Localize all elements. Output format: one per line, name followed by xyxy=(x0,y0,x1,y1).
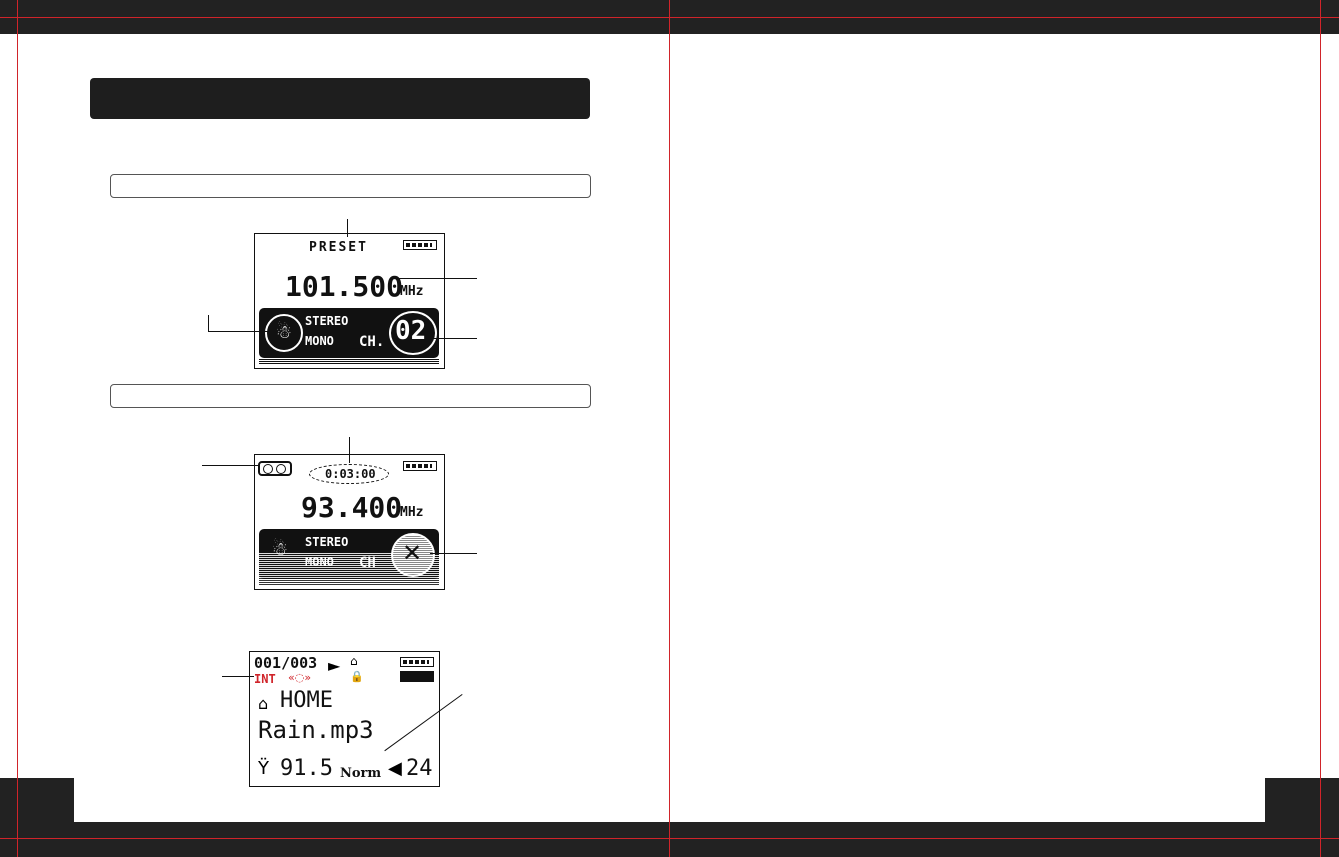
speaker-icon: ◀ xyxy=(388,758,402,779)
lcd-fm-record: 0:03:00 93.400 MHz ☃ STEREO MONO CH ✕ xyxy=(254,454,445,590)
home-folder-icon: ⌂ xyxy=(258,694,269,713)
crop-line-right xyxy=(1320,0,1321,857)
play-icon: ► xyxy=(328,656,341,675)
lcd-fm-preset: PRESET 101.500 MHz ☃ STEREO MONO CH. 02 xyxy=(254,233,445,369)
antenna-icon: Ÿ xyxy=(258,758,269,779)
battery-icon xyxy=(403,461,437,471)
frequency-unit: MHz xyxy=(400,284,424,299)
preset-label: PRESET xyxy=(309,240,368,255)
ghost-icon: ☃ xyxy=(271,539,289,560)
eq-mode: Norm xyxy=(340,766,382,781)
track-counter: 001/003 xyxy=(254,654,318,672)
pointer-channel xyxy=(432,338,477,339)
ch-label: CH. xyxy=(359,334,385,350)
pointer-source xyxy=(222,676,254,677)
band-stripes xyxy=(259,358,439,364)
frequency-value: 93.400 xyxy=(301,491,403,524)
source-label: INT xyxy=(254,672,276,686)
channel-number: 02 xyxy=(395,316,427,346)
right-page xyxy=(670,34,1339,822)
channel-unavailable-icon: ✕ xyxy=(391,533,435,577)
folder-name: HOME xyxy=(280,688,333,713)
stereo-label: STEREO xyxy=(305,535,349,549)
pointer-preset xyxy=(347,219,348,237)
timer-oval: 0:03:00 xyxy=(309,464,389,484)
file-name: Rain.mp3 xyxy=(258,716,374,744)
ghost-icon: ☃ xyxy=(265,314,303,352)
crop-line-center xyxy=(669,0,670,857)
channel-badge: 02 xyxy=(389,311,437,355)
record-timer: 0:03:00 xyxy=(325,467,376,481)
frequency-unit: MHz xyxy=(400,505,424,520)
pointer-frequency xyxy=(392,278,477,279)
record-section-box xyxy=(110,384,591,408)
page-corner-right xyxy=(1265,778,1339,822)
pointer-tape xyxy=(202,465,258,466)
battery-icon xyxy=(400,657,434,667)
tape-icon xyxy=(258,461,292,476)
lcd-player: 001/003 INT «◌» ► ⌂ 🔒 ⌂ HOME Rain.mp3 Ÿ … xyxy=(249,651,440,787)
lock-icon: 🔒 xyxy=(350,670,364,683)
eq-icon xyxy=(400,671,434,682)
pointer-stereo-h xyxy=(208,331,268,332)
stereo-label: STEREO xyxy=(305,314,349,328)
section-header-bar xyxy=(90,78,590,119)
page-corner-left xyxy=(0,778,74,822)
crop-line-left xyxy=(17,0,18,857)
mono-label: MONO xyxy=(305,334,334,348)
mode-icon: ⌂ xyxy=(350,654,358,668)
pointer-timer xyxy=(349,437,350,463)
repeat-icon: «◌» xyxy=(288,671,312,684)
pointer-stereo-v xyxy=(208,315,209,332)
frequency-value: 101.500 xyxy=(285,270,404,303)
volume-level: 24 xyxy=(406,756,433,781)
fm-frequency: 91.5 xyxy=(280,756,333,781)
fm-section-box xyxy=(110,174,591,198)
battery-icon xyxy=(403,240,437,250)
pointer-channel xyxy=(430,553,477,554)
mono-label: MONO xyxy=(305,555,334,569)
ch-label: CH xyxy=(359,555,376,571)
